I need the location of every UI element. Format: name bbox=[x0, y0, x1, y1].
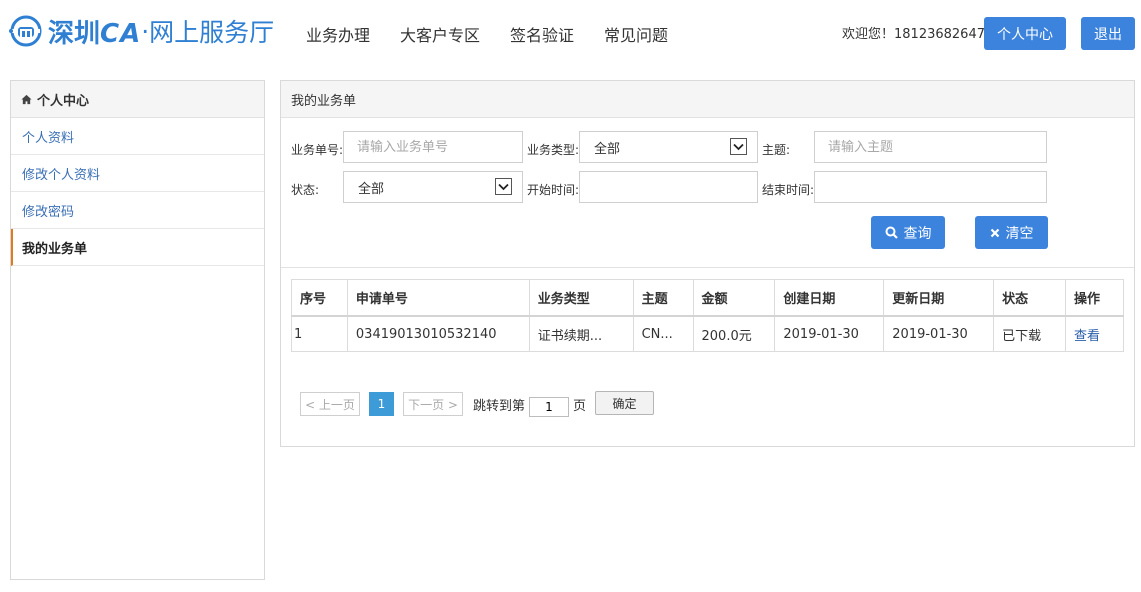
end-time-label: 结束时间: bbox=[762, 183, 815, 197]
logo-subtitle: 网上服务厅 bbox=[149, 18, 275, 47]
divider bbox=[281, 267, 1134, 268]
page-unit-label: 页 bbox=[573, 398, 587, 414]
col-header-subject: 主题 bbox=[632, 279, 694, 317]
page-1-button[interactable]: 1 bbox=[369, 392, 394, 416]
nav-item-business[interactable]: 业务办理 bbox=[306, 22, 370, 46]
close-icon bbox=[990, 228, 999, 237]
clear-button[interactable]: 清空 bbox=[975, 216, 1048, 249]
logo-brand: 深圳CA bbox=[48, 18, 142, 49]
search-icon bbox=[885, 226, 898, 239]
orders-table: 序号 申请单号 业务类型 主题 金额 创建日期 更新日期 状态 操作 1 034… bbox=[291, 279, 1124, 352]
chevron-down-icon bbox=[495, 178, 512, 195]
search-button[interactable]: 查询 bbox=[871, 216, 945, 249]
cell-type: 证书续期... bbox=[528, 315, 634, 352]
personal-center-button[interactable]: 个人中心 bbox=[984, 17, 1066, 50]
cell-subject: CN... bbox=[632, 315, 694, 352]
nav-item-enterprise[interactable]: 大客户专区 bbox=[400, 22, 480, 46]
col-header-action: 操作 bbox=[1065, 279, 1124, 317]
jump-confirm-button[interactable]: 确定 bbox=[595, 391, 654, 415]
status-select[interactable]: 全部 bbox=[343, 171, 523, 203]
sidebar-item-my-orders[interactable]: 我的业务单 bbox=[11, 229, 264, 266]
start-time-input[interactable] bbox=[579, 171, 758, 203]
logout-button[interactable]: 退出 bbox=[1081, 17, 1135, 50]
jump-page-input[interactable] bbox=[529, 397, 569, 417]
prev-page-button[interactable]: < 上一页 bbox=[300, 392, 360, 416]
type-label: 业务类型: bbox=[527, 143, 580, 157]
search-button-label: 查询 bbox=[903, 225, 932, 242]
sidebar-item-change-password[interactable]: 修改密码 bbox=[11, 192, 264, 229]
logo-dot: · bbox=[141, 16, 150, 46]
panel-title: 我的业务单 bbox=[281, 81, 1134, 118]
type-select-value: 全部 bbox=[594, 141, 621, 157]
sidebar: 个人中心 个人资料 修改个人资料 修改密码 我的业务单 bbox=[10, 80, 265, 580]
cell-created: 2019-01-30 bbox=[774, 315, 885, 352]
table-header-row: 序号 申请单号 业务类型 主题 金额 创建日期 更新日期 状态 操作 bbox=[291, 279, 1124, 317]
next-page-button[interactable]: 下一页 > bbox=[403, 392, 463, 416]
cell-index: 1 bbox=[291, 315, 348, 352]
chevron-down-icon bbox=[730, 138, 747, 155]
logo[interactable]: 深圳CA · 网上服务厅 bbox=[8, 13, 274, 49]
main-panel: 我的业务单 业务单号: 业务类型: 全部 主题: 状态: 全部 开始时间: 结束… bbox=[280, 80, 1135, 447]
subject-label: 主题: bbox=[762, 143, 791, 157]
main-nav: 业务办理 大客户专区 签名验证 常见问题 bbox=[306, 22, 698, 46]
jump-label: 跳转到第 bbox=[473, 398, 526, 414]
start-time-label: 开始时间: bbox=[527, 183, 580, 197]
order-no-label: 业务单号: bbox=[291, 143, 344, 157]
clear-button-label: 清空 bbox=[1005, 225, 1034, 242]
col-header-type: 业务类型 bbox=[528, 279, 634, 317]
cell-amount: 200.0元 bbox=[692, 315, 776, 352]
sidebar-title: 个人中心 bbox=[37, 93, 90, 109]
col-header-index: 序号 bbox=[291, 279, 348, 317]
status-select-value: 全部 bbox=[358, 181, 385, 197]
col-header-status: 状态 bbox=[993, 279, 1067, 317]
col-header-created: 创建日期 bbox=[774, 279, 885, 317]
view-link[interactable]: 查看 bbox=[1074, 329, 1100, 344]
col-header-updated: 更新日期 bbox=[883, 279, 995, 317]
header: 深圳CA · 网上服务厅 业务办理 大客户专区 签名验证 常见问题 欢迎您！18… bbox=[0, 0, 1141, 66]
subject-input[interactable] bbox=[814, 131, 1047, 163]
table-row: 1 03419013010532140 证书续期... CN... 200.0元… bbox=[291, 315, 1124, 352]
logo-icon bbox=[9, 15, 42, 47]
end-time-input[interactable] bbox=[814, 171, 1047, 203]
sidebar-header: 个人中心 bbox=[11, 81, 264, 118]
status-label: 状态: bbox=[291, 183, 320, 197]
nav-item-signature-verify[interactable]: 签名验证 bbox=[510, 22, 574, 46]
cell-action: 查看 bbox=[1065, 315, 1124, 352]
order-no-input[interactable] bbox=[343, 131, 523, 163]
sidebar-item-edit-profile[interactable]: 修改个人资料 bbox=[11, 155, 264, 192]
home-icon bbox=[21, 94, 32, 104]
welcome-text: 欢迎您！18123682647 bbox=[842, 27, 985, 42]
type-select[interactable]: 全部 bbox=[579, 131, 758, 163]
cell-updated: 2019-01-30 bbox=[883, 315, 995, 352]
sidebar-item-profile[interactable]: 个人资料 bbox=[11, 118, 264, 155]
col-header-order-no: 申请单号 bbox=[346, 279, 530, 317]
cell-status: 已下载 bbox=[993, 315, 1067, 352]
nav-item-faq[interactable]: 常见问题 bbox=[604, 22, 668, 46]
col-header-amount: 金额 bbox=[692, 279, 776, 317]
cell-order-no: 03419013010532140 bbox=[346, 315, 530, 352]
